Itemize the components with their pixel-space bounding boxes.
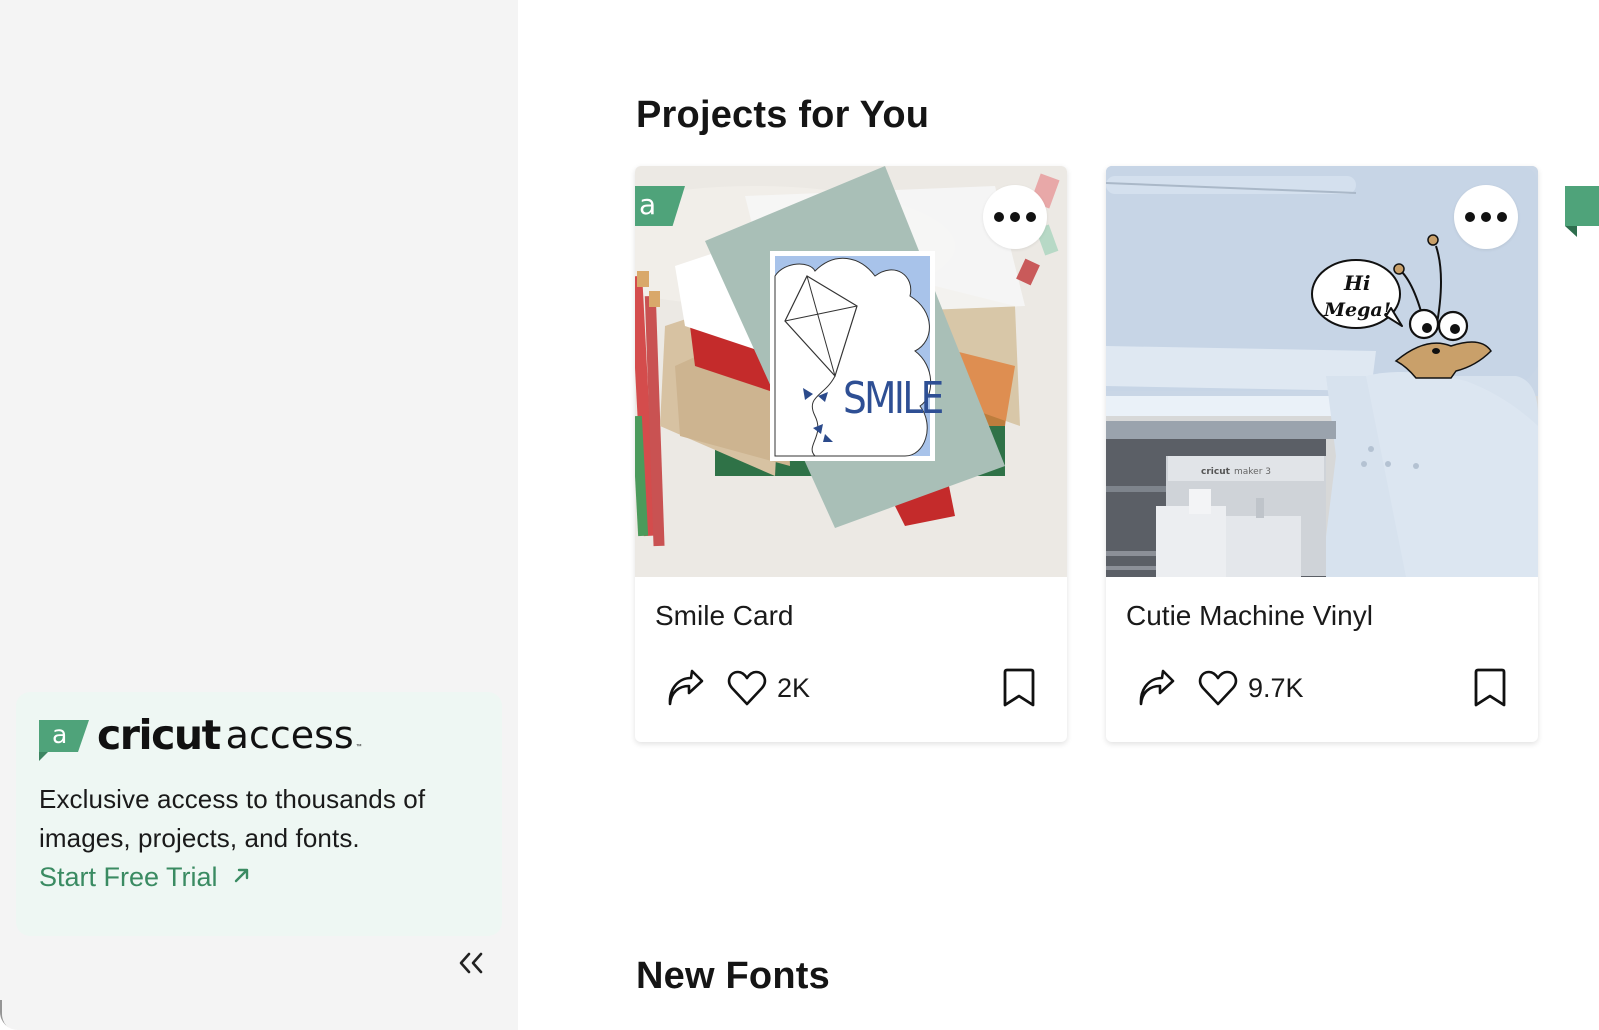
like-button[interactable]: [725, 666, 769, 710]
svg-text:Mega!: Mega!: [1323, 299, 1391, 321]
app-window: a cricut access ™ Exclusive access to th…: [0, 0, 1599, 1030]
cricut-access-promo: a cricut access ™ Exclusive access to th…: [16, 692, 502, 936]
brand-product: access: [225, 713, 354, 757]
more-options-button[interactable]: [1454, 185, 1518, 249]
access-badge-icon: [1565, 186, 1599, 237]
arrow-up-right-icon: [232, 865, 252, 891]
share-button[interactable]: [663, 666, 707, 710]
svg-text:maker 3: maker 3: [1234, 467, 1271, 477]
bookmark-icon: [1474, 668, 1506, 707]
more-dot: [1026, 212, 1036, 222]
bookmark-icon: [1003, 668, 1035, 707]
trademark: ™: [355, 744, 362, 750]
project-title[interactable]: Cutie Machine Vinyl: [1126, 600, 1373, 632]
project-card-peek[interactable]: [1565, 166, 1599, 742]
like-count: 2K: [777, 672, 811, 703]
svg-text:Hi: Hi: [1343, 271, 1371, 295]
access-badge-icon: a: [635, 186, 685, 226]
more-dot: [1497, 212, 1507, 222]
heart-icon: [727, 670, 767, 706]
more-dot: [994, 212, 1004, 222]
heart-icon: [1198, 670, 1238, 706]
promo-description: Exclusive access to thousands of images,…: [39, 784, 426, 853]
project-actions: 2K: [663, 666, 1039, 710]
cricut-access-logo: a cricut access ™: [39, 711, 479, 761]
share-button[interactable]: [1134, 666, 1178, 710]
access-badge-icon: a: [39, 720, 89, 761]
svg-text:cricut: cricut: [1201, 467, 1231, 477]
start-free-trial-label: Start Free Trial: [39, 862, 218, 892]
project-actions: 9.7K: [1134, 666, 1510, 710]
collapse-sidebar-button[interactable]: [455, 950, 487, 984]
share-icon: [1139, 669, 1175, 706]
more-dot: [1481, 212, 1491, 222]
more-dot: [1465, 212, 1475, 222]
sidebar: a cricut access ™ Exclusive access to th…: [0, 0, 518, 1030]
start-free-trial-link[interactable]: Start Free Trial: [39, 862, 252, 893]
double-chevron-left-icon: [459, 952, 483, 974]
bookmark-button[interactable]: [999, 666, 1039, 710]
project-title[interactable]: Smile Card: [655, 600, 793, 632]
like-button[interactable]: [1196, 666, 1240, 710]
more-options-button[interactable]: [983, 185, 1047, 249]
bookmark-button[interactable]: [1470, 666, 1510, 710]
section-title-new-fonts: New Fonts: [636, 955, 830, 997]
brand-name: cricut: [97, 711, 221, 759]
more-dot: [1010, 212, 1020, 222]
svg-text:SMILE: SMILE: [843, 372, 943, 424]
project-image[interactable]: SMILE a: [635, 166, 1067, 577]
project-card[interactable]: SMILE a Smile Card 2K: [635, 166, 1067, 742]
main-content: Projects for You SMILE a Smile Card 2K c…: [518, 0, 1599, 1030]
like-count: 9.7K: [1248, 672, 1304, 703]
project-image[interactable]: cricut maker 3 Hi Mega!: [1106, 166, 1538, 577]
project-card[interactable]: cricut maker 3 Hi Mega! Cutie Machine Vi…: [1106, 166, 1538, 742]
section-title-projects: Projects for You: [636, 94, 930, 136]
share-icon: [668, 669, 704, 706]
